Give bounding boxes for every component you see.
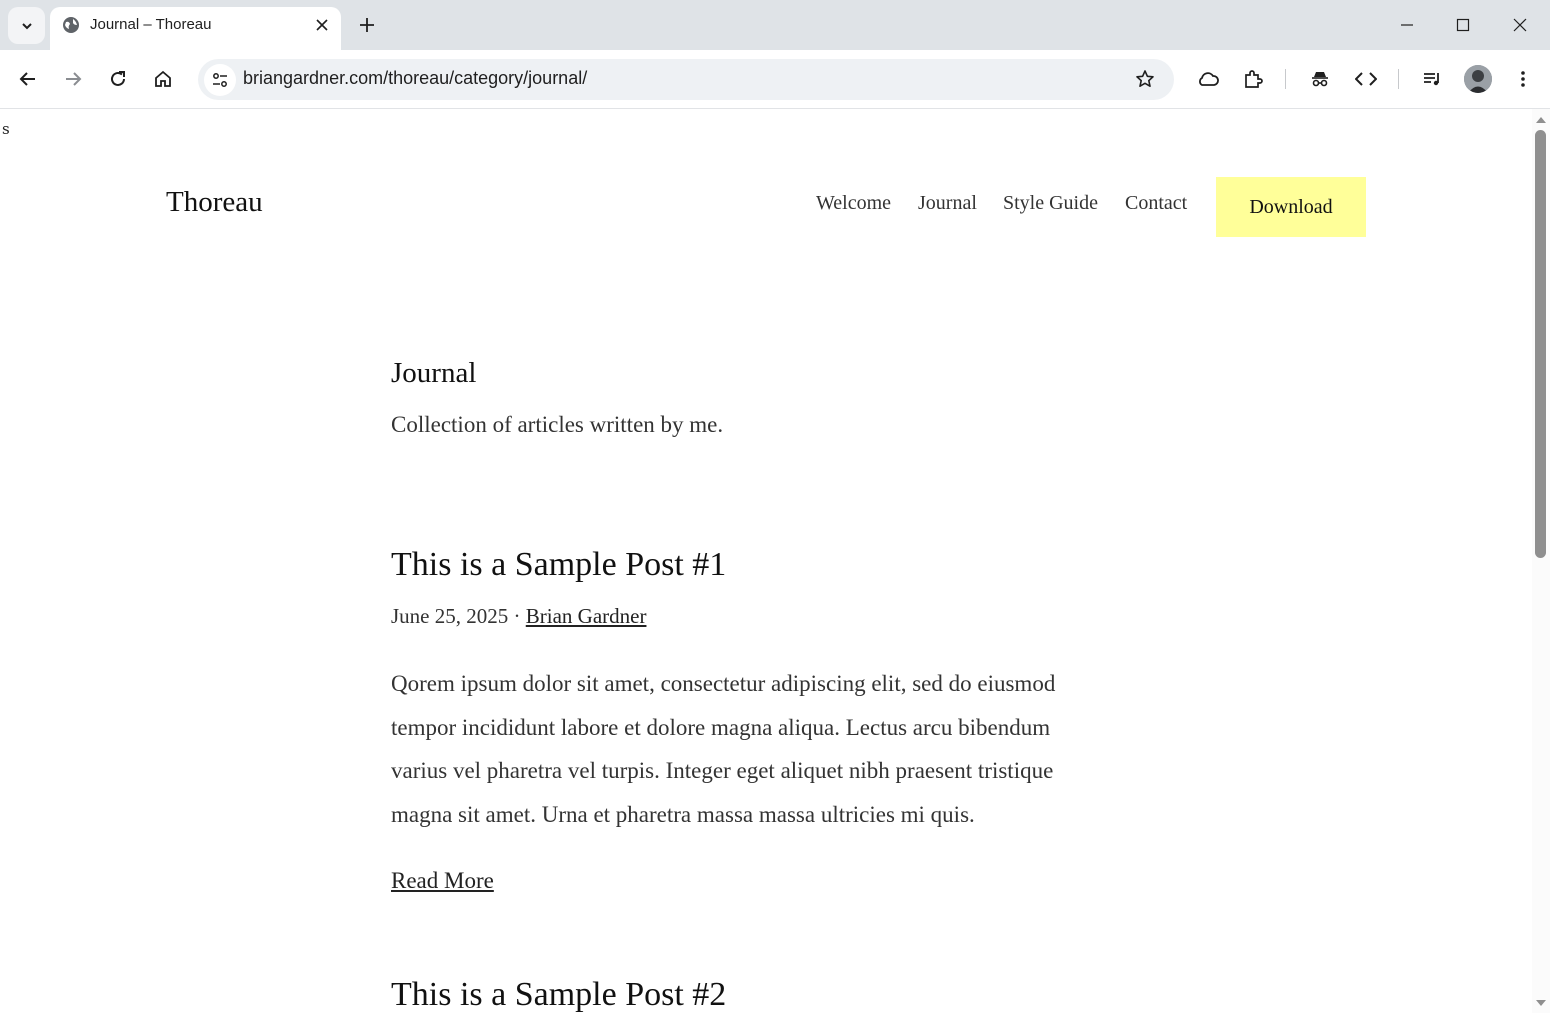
nav-link-journal[interactable]: Journal	[918, 192, 977, 215]
scrollbar-thumb[interactable]	[1535, 130, 1546, 558]
maximize-icon	[1456, 18, 1470, 32]
stray-text: s	[2, 120, 10, 138]
site-info-button[interactable]	[204, 64, 236, 96]
site-info-icon	[213, 73, 227, 87]
nav-link-welcome[interactable]: Welcome	[816, 192, 891, 215]
toolbar-divider	[1285, 69, 1286, 89]
chevron-down-icon	[21, 22, 32, 29]
media-control-button[interactable]	[1416, 63, 1448, 95]
download-button-label: Download	[1249, 195, 1333, 218]
cloud-icon	[1199, 72, 1219, 86]
close-icon[interactable]	[310, 13, 334, 37]
globe-icon	[62, 16, 80, 34]
read-more-link[interactable]: Read More	[391, 868, 494, 894]
reload-button[interactable]	[102, 63, 134, 95]
profile-avatar[interactable]	[1464, 65, 1492, 93]
star-icon	[1136, 70, 1154, 87]
post-title[interactable]: This is a Sample Post #2	[391, 976, 726, 1014]
meta-separator: ·	[513, 604, 521, 628]
new-tab-button[interactable]	[354, 12, 380, 38]
cloud-extension-button[interactable]	[1192, 63, 1224, 95]
toolbar-divider-line	[0, 108, 1550, 109]
extensions-icon	[1245, 70, 1263, 88]
incognito-spy-icon	[1312, 72, 1328, 87]
archive-description: Collection of articles written by me.	[391, 412, 724, 437]
home-icon	[155, 70, 171, 87]
post-author-link[interactable]: Brian Gardner	[526, 604, 647, 628]
maximize-button[interactable]	[1448, 10, 1478, 40]
forward-button[interactable]	[57, 63, 89, 95]
extensions-button[interactable]	[1237, 63, 1269, 95]
archive-title: Journal	[391, 357, 477, 389]
url-text[interactable]: briangardner.com/thoreau/category/journa…	[243, 68, 587, 89]
more-vert-icon	[1521, 71, 1525, 87]
toolbar-divider	[1398, 69, 1399, 89]
bookmark-button[interactable]	[1130, 64, 1160, 94]
site-title[interactable]: Thoreau	[166, 186, 263, 219]
post-meta: June 25, 2025 · Brian Gardner	[391, 604, 646, 629]
back-icon	[19, 72, 35, 86]
scroll-down-arrow-icon[interactable]	[1535, 998, 1547, 1008]
post-date: June 25, 2025	[391, 604, 509, 628]
minimize-icon	[1401, 24, 1413, 26]
window-close-icon	[1513, 18, 1527, 32]
minimize-button[interactable]	[1392, 10, 1422, 40]
media-queue-icon	[1424, 73, 1439, 86]
nav-link-style-guide[interactable]: Style Guide	[1003, 192, 1098, 215]
code-extension-button[interactable]	[1350, 63, 1382, 95]
tab-list-button[interactable]	[8, 7, 45, 44]
scroll-up-arrow-icon[interactable]	[1535, 115, 1547, 125]
post-excerpt: Qorem ipsum dolor sit amet, consectetur …	[391, 671, 1056, 827]
tab-title: Journal – Thoreau	[90, 16, 212, 33]
incognito-extension-button[interactable]	[1304, 63, 1336, 95]
reload-icon	[111, 71, 125, 86]
more-menu-button[interactable]	[1507, 63, 1539, 95]
back-button[interactable]	[12, 63, 44, 95]
window-close-button[interactable]	[1505, 10, 1535, 40]
plus-icon	[360, 18, 374, 32]
home-button[interactable]	[147, 63, 179, 95]
code-icon	[1355, 72, 1377, 86]
download-button[interactable]: Download	[1216, 177, 1366, 237]
nav-link-contact[interactable]: Contact	[1125, 192, 1187, 215]
forward-icon	[66, 72, 82, 86]
post-title[interactable]: This is a Sample Post #1	[391, 546, 726, 584]
